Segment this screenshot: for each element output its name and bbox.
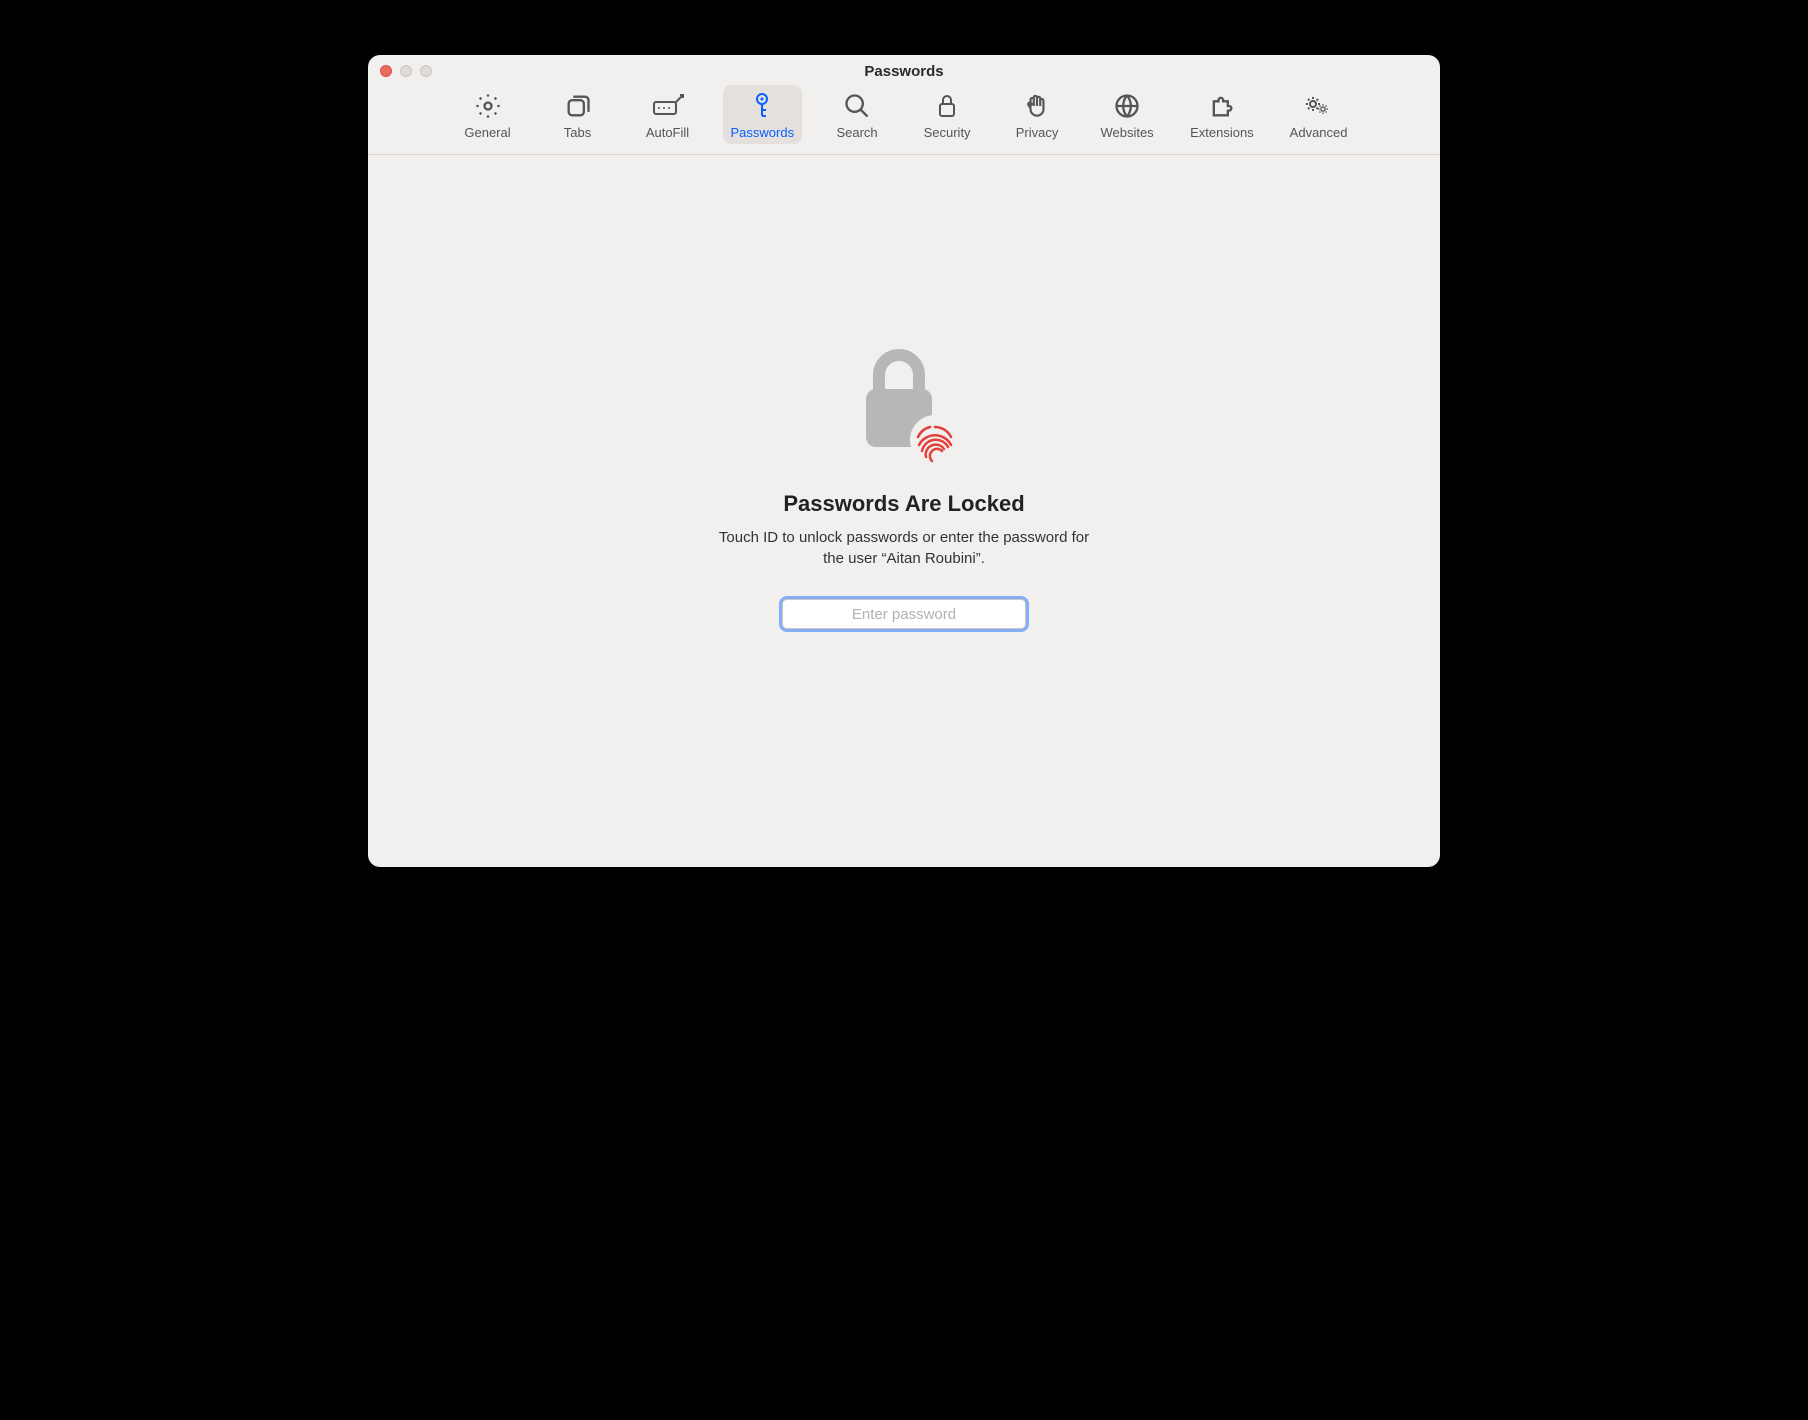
puzzle-icon (1208, 91, 1236, 121)
tab-autofill[interactable]: AutoFill (633, 85, 703, 144)
tab-privacy[interactable]: Privacy (1002, 85, 1072, 144)
tab-passwords[interactable]: Passwords (723, 85, 803, 144)
tab-security[interactable]: Security (912, 85, 982, 144)
password-input[interactable] (782, 599, 1026, 629)
tab-label: Tabs (564, 125, 591, 140)
tab-label: Advanced (1290, 125, 1348, 140)
tab-general[interactable]: General (453, 85, 523, 144)
lock-touchid-icon (849, 345, 959, 465)
tab-label: Search (836, 125, 877, 140)
search-icon (843, 91, 871, 121)
window-title: Passwords (368, 63, 1440, 80)
gear-icon (474, 91, 502, 121)
close-button[interactable] (380, 65, 392, 77)
tabs-icon (564, 91, 592, 121)
tab-advanced[interactable]: Advanced (1282, 85, 1356, 144)
preferences-window: Passwords General Tabs AutoFill Passwo (368, 55, 1440, 867)
gears-icon (1303, 91, 1335, 121)
hand-icon (1024, 91, 1050, 121)
key-icon (750, 91, 774, 121)
lock-icon (935, 91, 959, 121)
tab-extensions[interactable]: Extensions (1182, 85, 1262, 144)
tab-label: Privacy (1016, 125, 1059, 140)
minimize-button[interactable] (400, 65, 412, 77)
traffic-lights (380, 65, 432, 77)
tab-label: General (464, 125, 510, 140)
titlebar: Passwords (368, 55, 1440, 81)
tab-search[interactable]: Search (822, 85, 892, 144)
tab-websites[interactable]: Websites (1092, 85, 1162, 144)
tab-tabs[interactable]: Tabs (543, 85, 613, 144)
passwords-locked-panel: Passwords Are Locked Touch ID to unlock … (368, 155, 1440, 867)
locked-heading: Passwords Are Locked (783, 491, 1024, 517)
tab-label: Security (924, 125, 971, 140)
globe-icon (1113, 91, 1141, 121)
autofill-icon (652, 91, 684, 121)
tab-label: AutoFill (646, 125, 689, 140)
maximize-button[interactable] (420, 65, 432, 77)
locked-subtext: Touch ID to unlock passwords or enter th… (714, 527, 1094, 569)
preferences-toolbar: General Tabs AutoFill Passwords Search (368, 81, 1440, 155)
tab-label: Extensions (1190, 125, 1254, 140)
tab-label: Passwords (731, 125, 795, 140)
tab-label: Websites (1100, 125, 1153, 140)
